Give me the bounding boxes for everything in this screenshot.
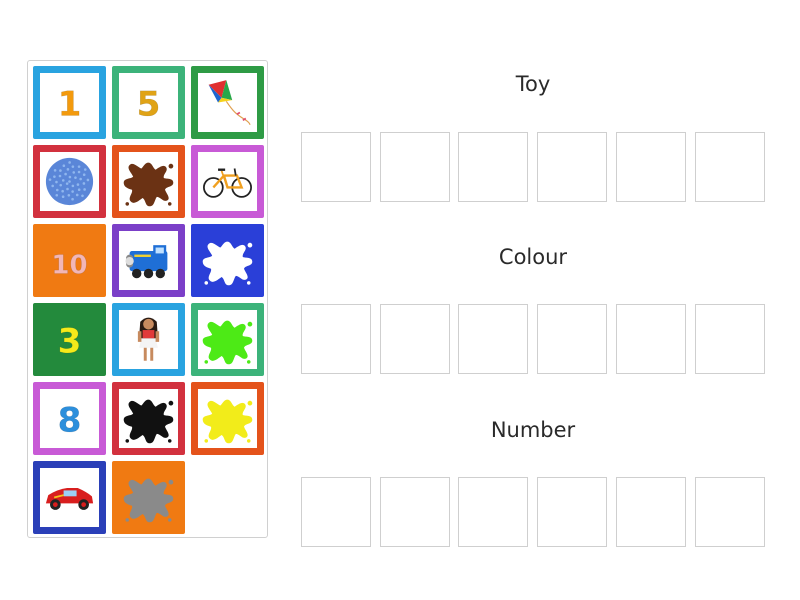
number-tile-10[interactable]: 10 xyxy=(33,224,106,297)
tile-image: 8 xyxy=(40,389,99,448)
drop-slot-colour[interactable] xyxy=(695,304,765,374)
heading-colour: Colour xyxy=(498,245,568,269)
kite-tile[interactable] xyxy=(191,66,264,139)
tile-image xyxy=(198,231,257,290)
tile-image xyxy=(119,389,178,448)
car-tile[interactable] xyxy=(33,461,106,534)
paint-splat-tile[interactable] xyxy=(191,224,264,297)
number-tile-5[interactable]: 5 xyxy=(112,66,185,139)
drop-slot-colour[interactable] xyxy=(458,304,528,374)
tile-image: 1 xyxy=(40,73,99,132)
drop-slot-toy[interactable] xyxy=(537,132,607,202)
tile-image xyxy=(119,468,178,527)
heading-number: Number xyxy=(490,418,576,442)
svg-text:3: 3 xyxy=(58,321,82,361)
svg-text:10: 10 xyxy=(51,250,87,280)
drop-slot-number[interactable] xyxy=(458,477,528,547)
tile-image xyxy=(119,310,178,369)
tile-image: 10 xyxy=(40,231,99,290)
tile-image xyxy=(198,310,257,369)
tile-image xyxy=(40,468,99,527)
drop-slot-toy[interactable] xyxy=(458,132,528,202)
svg-text:8: 8 xyxy=(58,400,82,440)
paint-splat-tile[interactable] xyxy=(191,382,264,455)
drop-slot-number[interactable] xyxy=(616,477,686,547)
paint-splat-tile[interactable] xyxy=(112,145,185,218)
drop-slot-colour[interactable] xyxy=(537,304,607,374)
drop-slot-number[interactable] xyxy=(380,477,450,547)
number-tile-1[interactable]: 1 xyxy=(33,66,106,139)
drop-slot-number[interactable] xyxy=(537,477,607,547)
train-tile[interactable] xyxy=(112,224,185,297)
tile-image xyxy=(198,389,257,448)
drop-slot-number[interactable] xyxy=(301,477,371,547)
svg-text:1: 1 xyxy=(58,84,82,124)
bicycle-tile[interactable] xyxy=(191,145,264,218)
number-tile-8[interactable]: 8 xyxy=(33,382,106,455)
tile-image xyxy=(119,152,178,211)
svg-text:5: 5 xyxy=(137,84,161,124)
tile-image xyxy=(198,152,257,211)
drop-slot-toy[interactable] xyxy=(616,132,686,202)
tile-image xyxy=(40,152,99,211)
tile-image xyxy=(119,231,178,290)
paint-splat-tile[interactable] xyxy=(112,461,185,534)
ball-tile[interactable] xyxy=(33,145,106,218)
number-tile-3[interactable]: 3 xyxy=(33,303,106,376)
drop-slot-toy[interactable] xyxy=(695,132,765,202)
drop-slot-colour[interactable] xyxy=(301,304,371,374)
doll-tile[interactable] xyxy=(112,303,185,376)
paint-splat-tile[interactable] xyxy=(191,303,264,376)
heading-toy: Toy xyxy=(515,72,551,96)
drop-slot-number[interactable] xyxy=(695,477,765,547)
tile-image: 3 xyxy=(40,310,99,369)
drop-slot-colour[interactable] xyxy=(616,304,686,374)
drop-slot-colour[interactable] xyxy=(380,304,450,374)
tile-image: 5 xyxy=(119,73,178,132)
paint-splat-tile[interactable] xyxy=(112,382,185,455)
drop-slot-toy[interactable] xyxy=(301,132,371,202)
drop-slot-toy[interactable] xyxy=(380,132,450,202)
tile-image xyxy=(198,73,257,132)
